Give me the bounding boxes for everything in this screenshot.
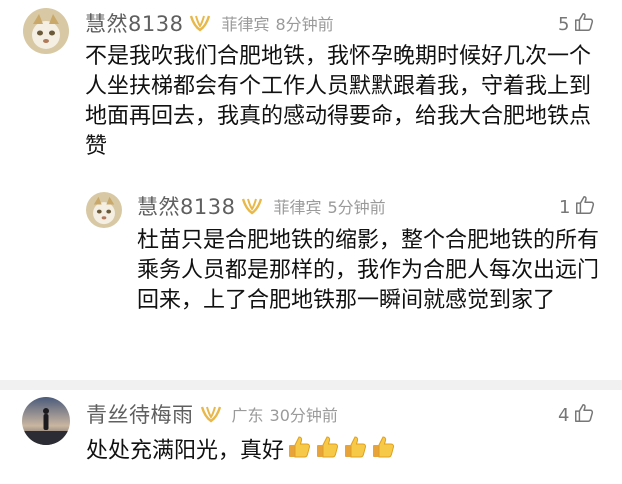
thumbs-up-icon: [573, 11, 595, 37]
emoji-thumbs-up-icon: [286, 434, 312, 469]
timestamp: 5分钟前: [327, 198, 386, 217]
emoji-thumbs-up-icon: [314, 434, 340, 469]
username[interactable]: 青丝待梅雨: [86, 399, 194, 429]
thumbs-up-icon: [574, 194, 596, 220]
avatar[interactable]: [22, 397, 70, 445]
like-button[interactable]: 4: [558, 402, 595, 428]
comment-text: 不是我吹我们合肥地铁，我怀孕晚期时候好几次一个人坐扶梯都会有个工作人员默默跟着我…: [85, 44, 592, 159]
thumbs-up-icon: [573, 402, 595, 428]
username[interactable]: 慧然8138: [85, 8, 183, 38]
like-count: 4: [558, 404, 570, 426]
like-count: 5: [558, 13, 570, 35]
emoji-thumbs-up-icon: [370, 434, 396, 469]
like-button[interactable]: 1: [559, 194, 596, 220]
avatar[interactable]: [23, 8, 69, 54]
avatar[interactable]: [86, 192, 122, 228]
emoji-thumbs-up-icon: [342, 434, 368, 469]
section-divider: [0, 380, 622, 390]
vip-badge-icon: [241, 197, 263, 215]
vip-badge-icon: [189, 14, 211, 32]
comment-text-content: 处处充满阳光，真好: [86, 438, 285, 464]
like-count: 1: [559, 196, 571, 218]
reply-text: 杜苗只是合肥地铁的缩影，整个合肥地铁的所有乘务人员都是那样的，我作为合肥人每次出…: [137, 228, 600, 313]
timestamp: 8分钟前: [275, 15, 334, 34]
timestamp: 30分钟前: [269, 406, 338, 425]
location: 广东: [231, 406, 264, 425]
like-button[interactable]: 5: [558, 11, 595, 37]
location: 菲律宾: [273, 198, 322, 217]
vip-badge-icon: [200, 405, 222, 423]
location: 菲律宾: [221, 15, 270, 34]
username[interactable]: 慧然8138: [137, 191, 235, 221]
comment-text: 处处充满阳光，真好: [86, 434, 606, 469]
